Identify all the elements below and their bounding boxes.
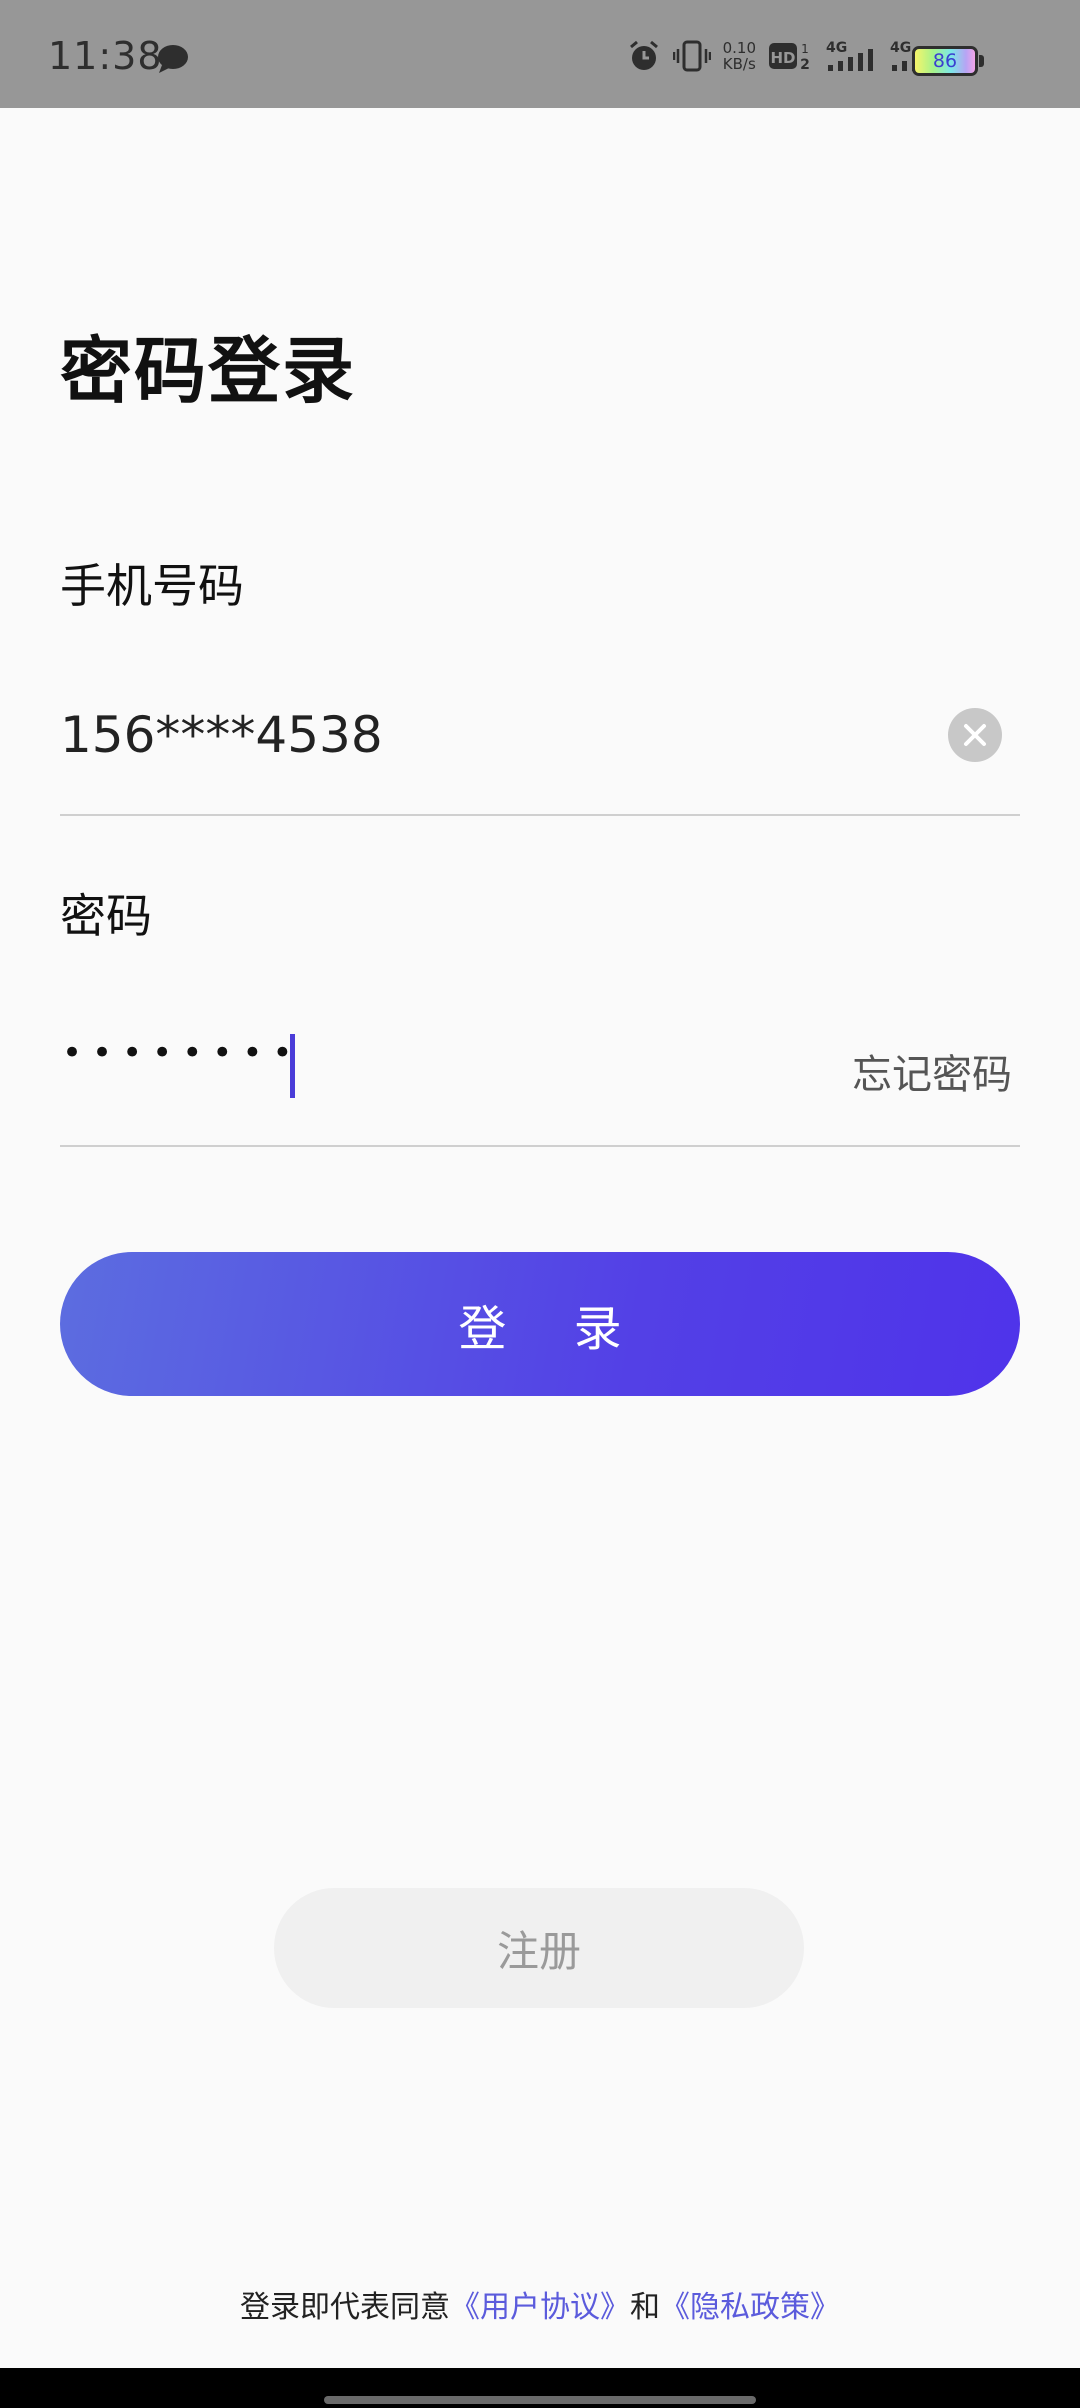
vibrate-icon — [672, 40, 711, 72]
clear-phone-button[interactable] — [948, 708, 1002, 762]
status-bar: 11:38 0.10 KB/s HD 1 2 4G 4G 86 — [0, 0, 1080, 108]
svg-text:2: 2 — [800, 57, 810, 72]
register-button[interactable]: 注册 — [274, 1888, 804, 2008]
phone-underline — [60, 814, 1020, 816]
text-cursor — [290, 1034, 295, 1098]
page-title: 密码登录 — [60, 329, 357, 413]
login-button[interactable]: 登 录 — [60, 1252, 1020, 1396]
status-time: 11:38 — [48, 34, 163, 78]
status-icons: 0.10 KB/s HD 1 2 4G 4G — [627, 36, 940, 76]
alarm-icon — [629, 40, 658, 70]
password-label: 密码 — [60, 889, 152, 943]
svg-text:1: 1 — [801, 42, 809, 56]
svg-text:HD: HD — [770, 49, 795, 67]
svg-text:4G: 4G — [826, 40, 847, 56]
phone-input[interactable]: 156****4538 — [60, 706, 383, 764]
phone-label: 手机号码 — [60, 559, 244, 613]
battery-tip — [979, 55, 984, 67]
net-speed-unit: KB/s — [722, 55, 756, 73]
password-underline — [60, 1145, 1020, 1147]
agreement-prefix: 登录即代表同意 — [240, 2290, 450, 2325]
signal-icon: 4G — [826, 40, 873, 71]
net-speed: 0.10 KB/s — [723, 40, 756, 72]
agreement-conjunction: 和 — [630, 2290, 660, 2325]
close-icon — [964, 724, 986, 746]
hd-icon: HD 1 2 — [769, 42, 810, 72]
svg-text:4G: 4G — [890, 40, 911, 56]
privacy-policy-link[interactable]: 《隐私政策》 — [660, 2290, 840, 2325]
login-screen: 11:38 0.10 KB/s HD 1 2 4G 4G 86 密码登录 手机号… — [0, 0, 1080, 2408]
net-speed-value: 0.10 — [722, 39, 756, 57]
password-input[interactable]: •••••••• — [62, 1033, 302, 1073]
agreement-text: 登录即代表同意《用户协议》和《隐私政策》 — [0, 2282, 1080, 2326]
user-agreement-link[interactable]: 《用户协议》 — [450, 2290, 630, 2325]
home-indicator[interactable] — [324, 2396, 756, 2404]
chat-icon — [158, 45, 188, 73]
battery-level: 86 — [932, 50, 958, 72]
battery-icon: 86 — [912, 46, 978, 76]
forgot-password-link[interactable]: 忘记密码 — [852, 1042, 1012, 1100]
